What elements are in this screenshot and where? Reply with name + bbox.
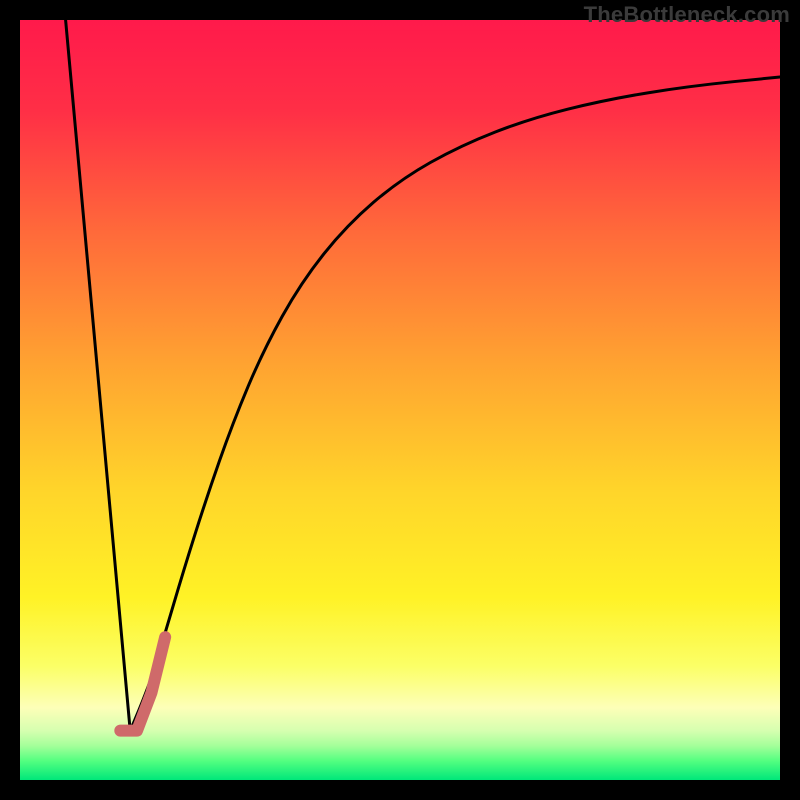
right-curve-line — [130, 77, 780, 731]
chart-frame: TheBottleneck.com — [0, 0, 800, 800]
curves-layer — [20, 20, 780, 780]
plot-area — [20, 20, 780, 780]
watermark-text: TheBottleneck.com — [584, 2, 790, 28]
left-descent-line — [66, 20, 131, 731]
